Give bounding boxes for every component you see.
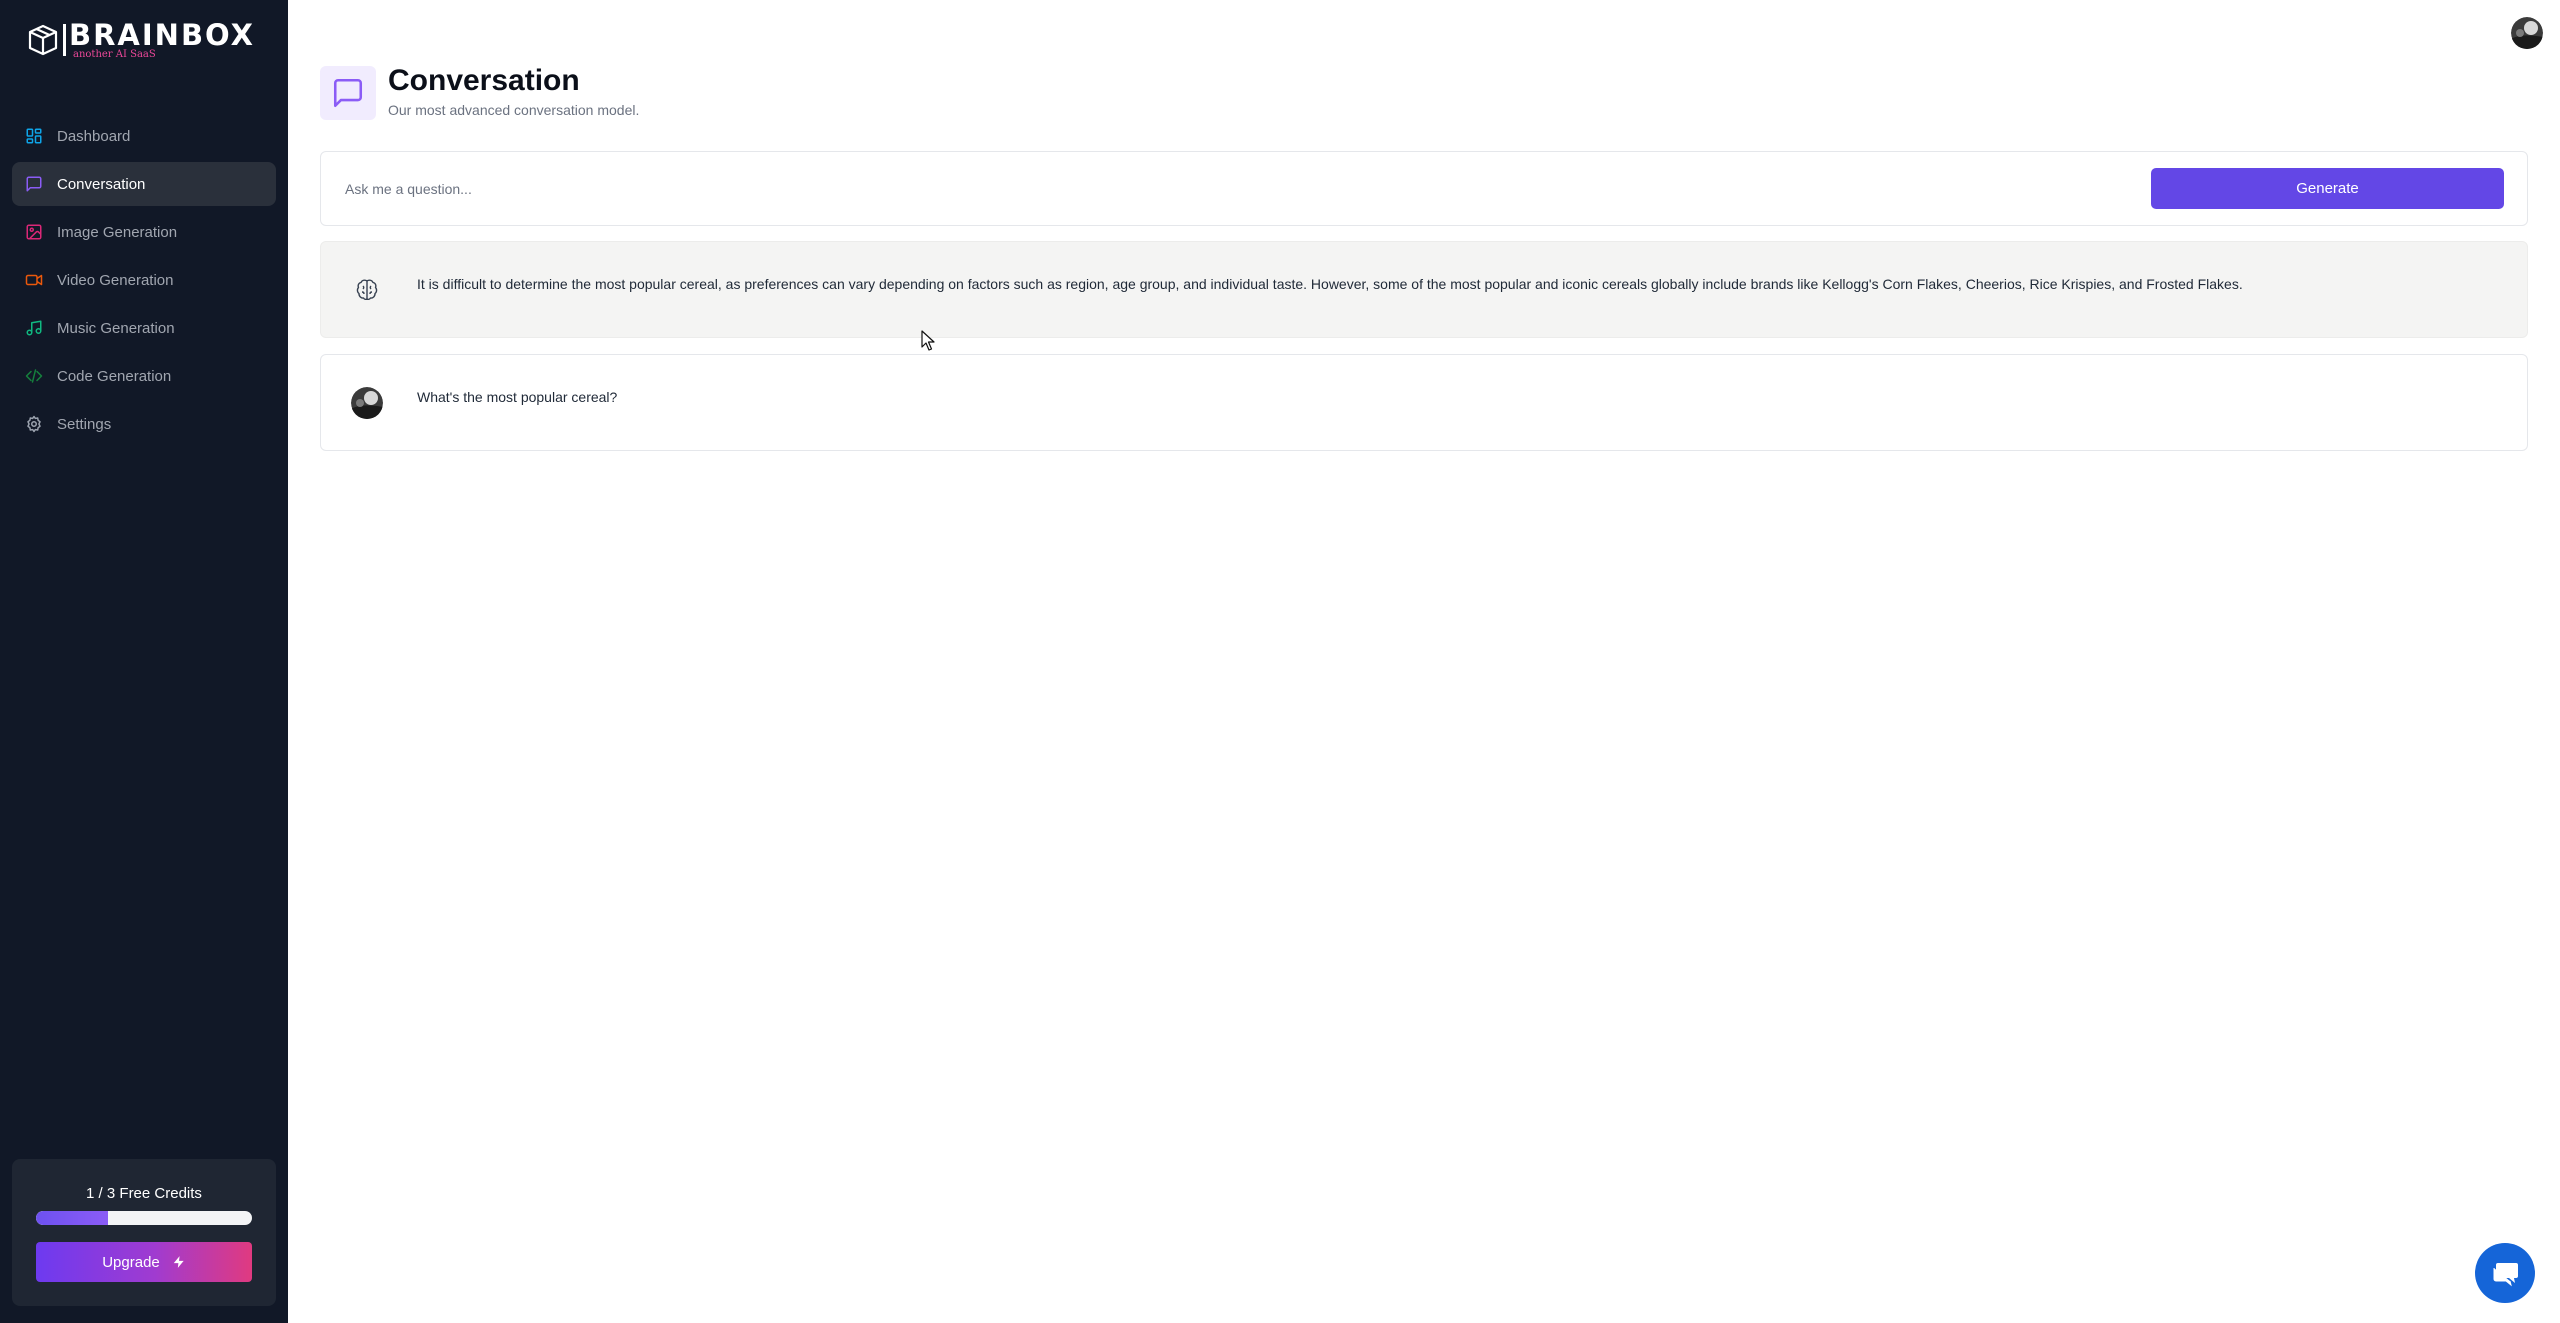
credits-counter: 1 / 3 Free Credits <box>86 1185 202 1202</box>
page-title: Conversation <box>388 64 580 97</box>
sidebar-item-label: Music Generation <box>57 319 175 337</box>
chat-bubbles-icon <box>2493 1263 2518 1287</box>
sidebar-nav: Dashboard Conversation Image Generation … <box>12 114 276 450</box>
sidebar-item-image-generation[interactable]: Image Generation <box>12 210 276 254</box>
sidebar-item-label: Conversation <box>57 175 146 193</box>
brand-logo[interactable]: BRAINBOX another AI SaaS <box>26 20 255 60</box>
free-credits-card: 1 / 3 Free Credits Upgrade <box>12 1159 276 1306</box>
bot-message: It is difficult to determine the most po… <box>320 241 2528 338</box>
credits-progress-fill <box>36 1211 108 1225</box>
sidebar-item-code-generation[interactable]: Code Generation <box>12 354 276 398</box>
cube-logo-icon <box>28 24 58 56</box>
user-avatar <box>351 387 383 419</box>
sidebar-item-label: Dashboard <box>57 127 131 145</box>
user-avatar-button[interactable] <box>2511 17 2543 49</box>
brain-icon <box>351 274 383 306</box>
layout-dashboard-icon <box>24 126 44 146</box>
sidebar-item-label: Code Generation <box>57 367 172 385</box>
sidebar-item-conversation[interactable]: Conversation <box>12 162 276 206</box>
sidebar-item-music-generation[interactable]: Music Generation <box>12 306 276 350</box>
user-message: What's the most popular cereal? <box>320 354 2528 451</box>
credits-progress-bar <box>36 1211 252 1225</box>
avatar <box>351 387 383 419</box>
prompt-form: Generate <box>320 151 2528 226</box>
sidebar: BRAINBOX another AI SaaS Dashboard Conve… <box>0 0 288 1323</box>
sidebar-item-label: Image Generation <box>57 223 178 241</box>
zap-icon <box>173 1256 184 1268</box>
sidebar-item-video-generation[interactable]: Video Generation <box>12 258 276 302</box>
upgrade-label: Upgrade <box>102 1253 160 1271</box>
image-icon <box>24 222 44 242</box>
sidebar-item-label: Settings <box>57 415 112 433</box>
music-icon <box>24 318 44 338</box>
avatar <box>2511 17 2543 49</box>
sidebar-item-settings[interactable]: Settings <box>12 402 276 446</box>
message-square-icon <box>333 78 363 108</box>
logo-divider <box>63 24 66 56</box>
brand-tagline: another AI SaaS <box>73 49 156 60</box>
upgrade-button[interactable]: Upgrade <box>36 1242 252 1282</box>
video-icon <box>24 270 44 290</box>
generate-button[interactable]: Generate <box>2151 168 2504 209</box>
page-subtitle: Our most advanced conversation model. <box>388 102 640 118</box>
settings-icon <box>24 414 44 434</box>
mouse-pointer-icon <box>921 330 935 351</box>
support-chat-button[interactable] <box>2475 1243 2535 1303</box>
bot-message-text: It is difficult to determine the most po… <box>417 276 2243 292</box>
message-square-icon <box>24 174 44 194</box>
brand-name: BRAINBOX <box>69 18 256 52</box>
code-icon <box>24 366 44 386</box>
user-message-text: What's the most popular cereal? <box>417 389 618 405</box>
conversation-header-icon <box>320 66 376 120</box>
sidebar-item-label: Video Generation <box>57 271 174 289</box>
sidebar-item-dashboard[interactable]: Dashboard <box>12 114 276 158</box>
prompt-input[interactable] <box>345 170 2145 208</box>
